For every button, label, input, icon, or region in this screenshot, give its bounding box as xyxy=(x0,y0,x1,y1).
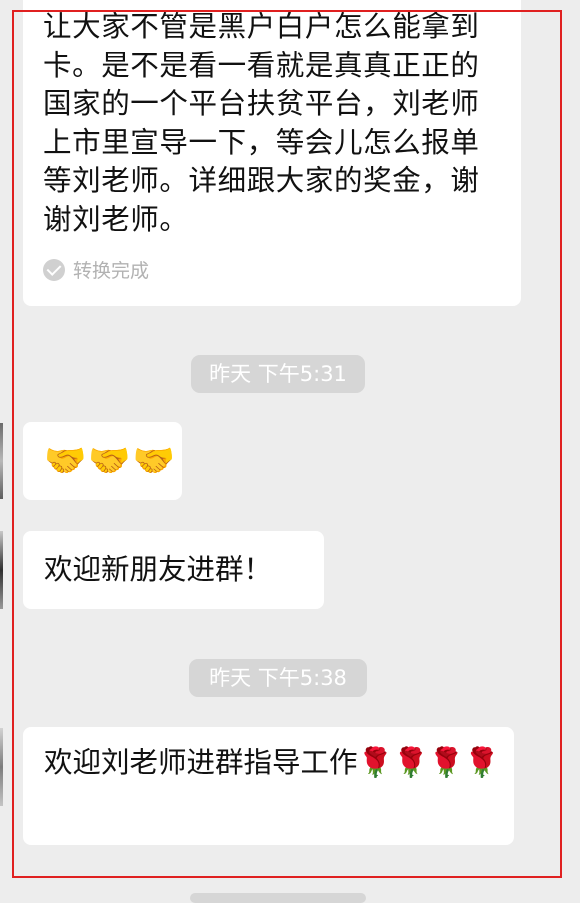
conversion-status-label: 转换完成 xyxy=(73,260,150,282)
check-circle-icon xyxy=(43,258,65,281)
avatar[interactable] xyxy=(0,531,3,609)
message-bubble-handshake[interactable]: 🤝🤝🤝 xyxy=(23,422,182,500)
conversion-status: 转换完成 xyxy=(43,256,501,283)
avatar[interactable] xyxy=(0,423,3,499)
message-text: 欢迎新朋友进群！ xyxy=(44,553,273,586)
avatar[interactable] xyxy=(0,728,3,806)
timestamp: 昨天 下午5:31 xyxy=(191,355,365,393)
message-text: 欢迎刘老师进群指导工作🌹🌹🌹🌹 xyxy=(44,746,500,779)
message-bubble-welcome-new[interactable]: 欢迎新朋友进群！ xyxy=(23,531,324,609)
message-text: 让大家不管是黑户白户怎么能拿到卡。是不是看一看就是真真正正的国家的一个平台扶贫平… xyxy=(43,10,480,236)
voice-to-text-message[interactable]: 让大家不管是黑户白户怎么能拿到卡。是不是看一看就是真真正正的国家的一个平台扶贫平… xyxy=(23,0,521,306)
handshake-emoji: 🤝🤝🤝 xyxy=(44,441,178,481)
message-bubble-welcome-teacher[interactable]: 欢迎刘老师进群指导工作🌹🌹🌹🌹 xyxy=(23,727,514,845)
timestamp-partial xyxy=(190,893,366,903)
timestamp: 昨天 下午5:38 xyxy=(189,659,367,697)
